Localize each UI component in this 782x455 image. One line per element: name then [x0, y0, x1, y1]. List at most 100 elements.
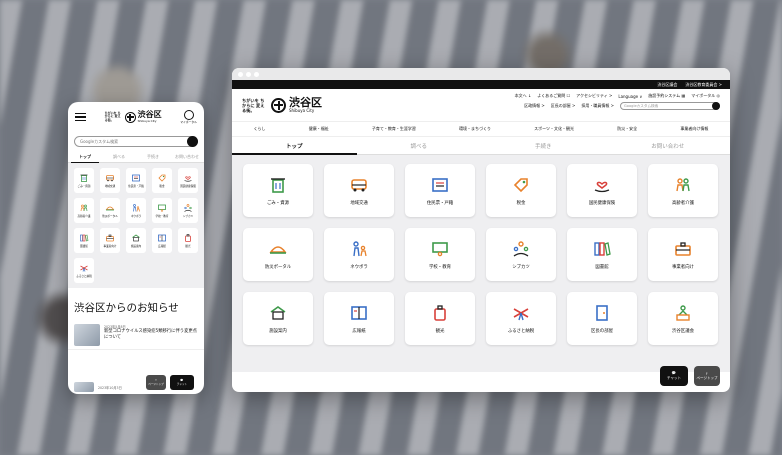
service-card-label: 税金	[159, 185, 165, 188]
service-card[interactable]: 国民健康保険	[178, 168, 198, 193]
service-card[interactable]: 防災ポータル	[243, 228, 313, 281]
service-card[interactable]: 税金	[486, 164, 556, 217]
chat-button[interactable]: 💬 チャット	[660, 366, 688, 386]
service-card[interactable]: 施設案内	[126, 228, 146, 253]
news-item[interactable]: 2023年5月8日 新型コロナウイルス感染症5類移行に伴う変更点について	[68, 321, 204, 350]
service-card[interactable]: 図書館	[567, 228, 637, 281]
service-card[interactable]: 高齢者介護	[648, 164, 718, 217]
my-portal-button[interactable]: マイポータル	[180, 110, 197, 124]
mobile-phone: ちがいを ちからに 変える街。 渋谷区 Shibuya City マイポータル …	[68, 102, 204, 394]
util-link[interactable]: 区長の部屋 >	[551, 103, 576, 109]
link-education-board[interactable]: 渋谷区教育委員会 >	[685, 82, 722, 88]
tab-search[interactable]: 調べる	[102, 151, 136, 162]
util-link[interactable]: 採用・職員情報 >	[581, 103, 614, 109]
service-card[interactable]: ふるさと納税	[74, 258, 94, 283]
tab-procedures[interactable]: 手続き	[481, 137, 606, 154]
tab-contact[interactable]: お問い合わせ	[606, 137, 731, 154]
tab-search[interactable]: 調べる	[357, 137, 482, 154]
service-card-label: 施設案内	[130, 245, 142, 248]
window-dot[interactable]	[246, 71, 251, 77]
site-logo[interactable]: ちがいを ちからに 変える街。 渋谷区 Shibuya City	[242, 97, 322, 113]
service-card-label: 事業者向け	[672, 265, 694, 270]
service-card[interactable]: ふるさと納税	[486, 292, 556, 345]
service-card[interactable]: 渋谷区議会	[648, 292, 718, 345]
service-card[interactable]: 観光	[405, 292, 475, 345]
service-card[interactable]: 税金	[152, 168, 172, 193]
util-link[interactable]: 本文へ ↓	[515, 93, 532, 99]
news-thumbnail	[74, 382, 94, 392]
util-link[interactable]: マイポータル ◎	[691, 93, 720, 99]
window-dot[interactable]	[254, 71, 259, 77]
search-icon[interactable]	[187, 136, 198, 147]
service-card[interactable]: 防災ポータル	[100, 198, 120, 223]
hamburger-menu-icon[interactable]	[75, 112, 86, 122]
util-link[interactable]: アクセシビリティ >	[576, 93, 612, 99]
window-dot[interactable]	[238, 71, 243, 77]
service-card[interactable]: 国民健康保険	[567, 164, 637, 217]
page-top-label: ページトップ	[148, 383, 164, 386]
category-link[interactable]: 事業者向け情報	[680, 126, 708, 132]
mobile-service-grid: ごみ・資源 地域交通 住民票・戸籍 税金 国民健康保険高齢者介護 防災ポータル ネウボラ 学校…	[74, 168, 198, 283]
link-council[interactable]: 渋谷区議会	[657, 82, 677, 88]
service-card[interactable]: 地域交通	[100, 168, 120, 193]
service-card[interactable]: 広報紙	[152, 228, 172, 253]
service-card[interactable]: 学校・教育	[405, 228, 475, 281]
util-link[interactable]: 区政情報 >	[524, 103, 545, 109]
service-card[interactable]: ネウボラ	[126, 198, 146, 223]
service-grid: ごみ・資源 地域交通 住民票・戸籍 税金 国民健康保険 高齢者介護防災ポータル ネウボラ 学校…	[243, 164, 719, 345]
service-card-label: 区長の部屋	[591, 329, 613, 334]
tag-icon	[511, 175, 531, 195]
service-card[interactable]: 観光	[178, 228, 198, 253]
family-icon	[131, 203, 141, 213]
news-item[interactable]: 2023年10月3日	[74, 382, 122, 392]
service-card[interactable]: 学校・教育	[152, 198, 172, 223]
search-placeholder: Googleカスタム検索	[624, 103, 659, 108]
category-link[interactable]: スポーツ・文化・観光	[534, 126, 574, 132]
search-icon[interactable]	[712, 102, 720, 110]
chat-button[interactable]: 💬 チャット	[170, 375, 194, 390]
search-input[interactable]: Googleカスタム検索	[74, 136, 198, 147]
site-logo[interactable]: ちがいを ちからに 変える街。 渋谷区 Shibuya City	[105, 111, 162, 124]
service-card[interactable]: ネウボラ	[324, 228, 394, 281]
trash-icon	[79, 173, 89, 183]
service-card[interactable]: 施設案内	[243, 292, 313, 345]
main-tabs: トップ 調べる 手続き お問い合わせ	[232, 137, 730, 155]
service-card[interactable]: 住民票・戸籍	[405, 164, 475, 217]
util-link[interactable]: よくあるご質問 ☐	[537, 93, 570, 99]
category-link[interactable]: 防災・安全	[617, 126, 637, 132]
category-link[interactable]: 環境・まちづくり	[459, 126, 491, 132]
category-link[interactable]: くらし	[254, 126, 266, 132]
logo-english: Shibuya City	[289, 108, 315, 113]
service-card[interactable]: 地域交通	[324, 164, 394, 217]
tab-contact[interactable]: お問い合わせ	[170, 151, 204, 162]
tab-top[interactable]: トップ	[232, 137, 357, 155]
tab-procedures[interactable]: 手続き	[136, 151, 170, 162]
news-date: 2023年10月3日	[98, 385, 122, 390]
news-text: 新型コロナウイルス感染症5類移行に伴う変更点について	[104, 329, 197, 340]
service-card[interactable]: 高齢者介護	[74, 198, 94, 223]
search-input[interactable]: Googleカスタム検索	[620, 102, 720, 110]
category-link[interactable]: 子育て・教育・生涯学習	[372, 126, 416, 132]
briefcase-icon	[105, 233, 115, 243]
util-link[interactable]: 施設予約システム ▦	[648, 93, 685, 99]
chat-icon: 💬	[671, 371, 677, 375]
tab-top[interactable]: トップ	[68, 151, 102, 163]
secondary-links-row: 区政情報 > 区長の部屋 > 採用・職員情報 > Googleカスタム検索	[524, 102, 720, 110]
page-top-button[interactable]: ↑ ページトップ	[146, 375, 166, 390]
language-select[interactable]: Language ∨	[618, 94, 642, 99]
service-card[interactable]: 図書館	[74, 228, 94, 253]
service-card-label: ネウボラ	[350, 265, 368, 270]
service-card-label: 住民票・戸籍	[426, 201, 454, 206]
service-card[interactable]: 区長の部屋	[567, 292, 637, 345]
category-link[interactable]: 健康・福祉	[309, 126, 329, 132]
people-icon	[79, 203, 89, 213]
service-card[interactable]: 事業者向け	[100, 228, 120, 253]
service-card[interactable]: シブカツ	[486, 228, 556, 281]
service-card[interactable]: ごみ・資源	[74, 168, 94, 193]
service-card[interactable]: 広報紙	[324, 292, 394, 345]
service-card[interactable]: 事業者向け	[648, 228, 718, 281]
page-top-button[interactable]: ↑ ページトップ	[694, 366, 720, 386]
service-card[interactable]: ごみ・資源	[243, 164, 313, 217]
service-card[interactable]: シブカツ	[178, 198, 198, 223]
service-card[interactable]: 住民票・戸籍	[126, 168, 146, 193]
